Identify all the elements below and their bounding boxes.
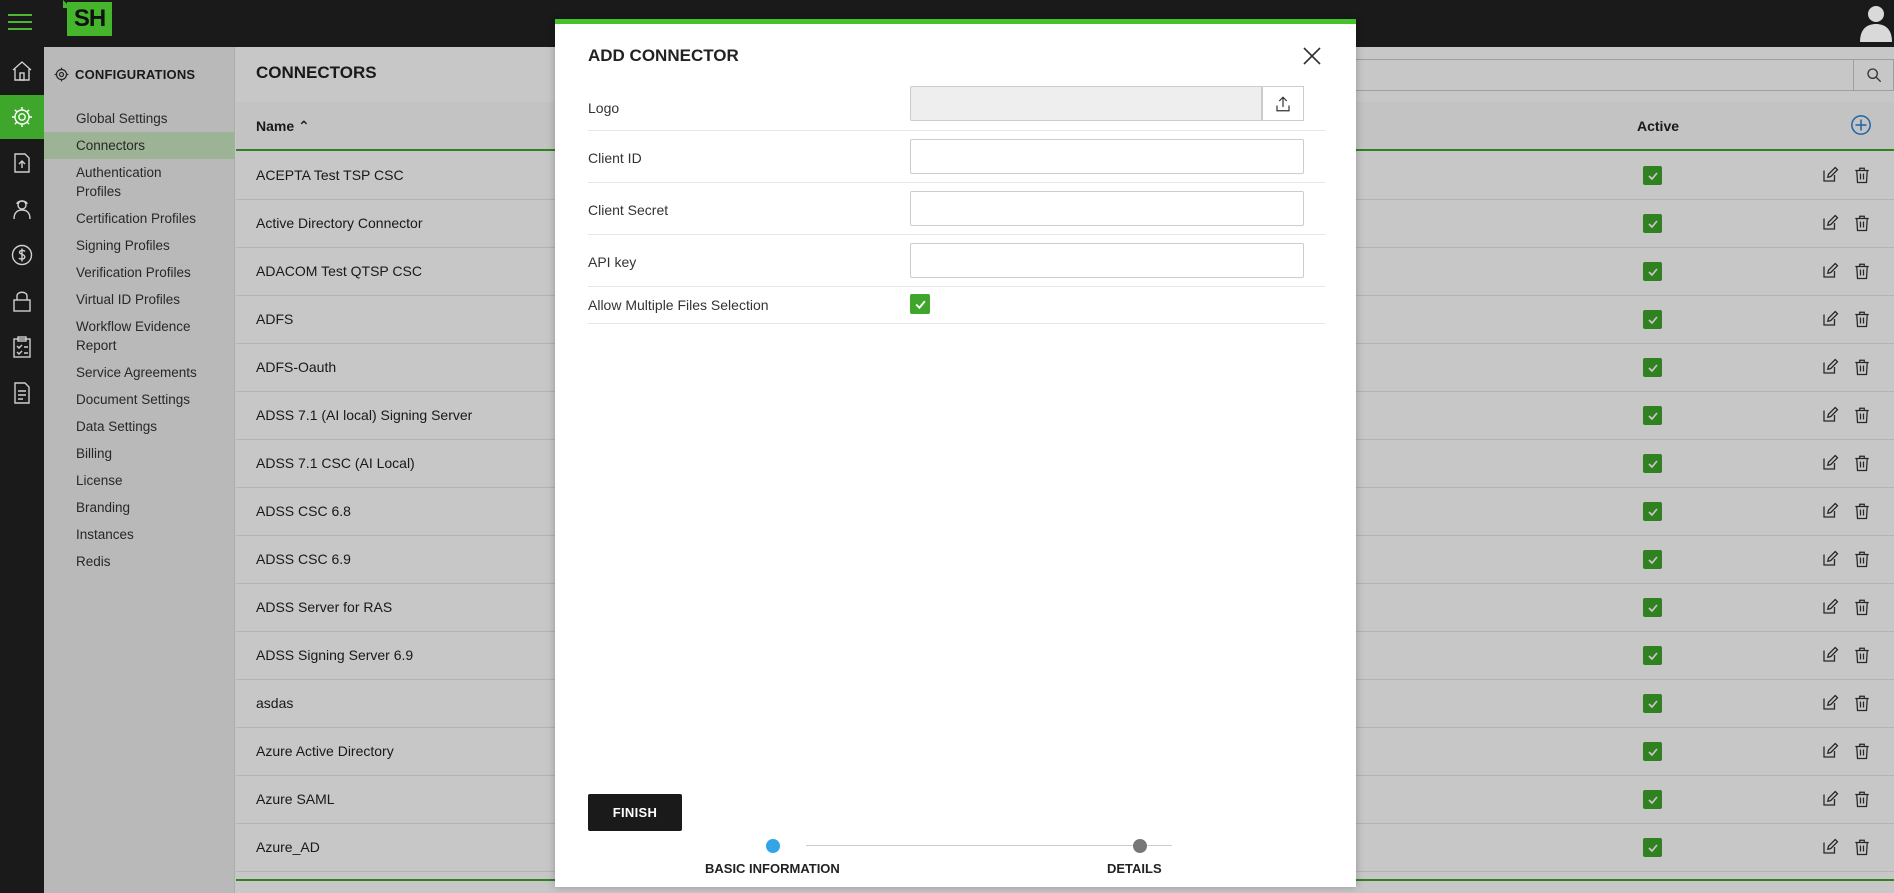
dialog-title: ADD CONNECTOR (588, 46, 739, 65)
client-id-field[interactable] (910, 139, 1304, 174)
gear-icon (12, 107, 32, 127)
client-secret-field[interactable] (910, 191, 1304, 226)
nav-configurations[interactable] (0, 95, 44, 139)
logo-input[interactable] (910, 86, 1262, 121)
step-basic-information-dot[interactable] (766, 839, 780, 853)
user-avatar-icon[interactable] (1854, 2, 1894, 42)
api-key-field[interactable] (910, 243, 1304, 278)
nav-documents[interactable] (0, 371, 44, 415)
nav-users[interactable] (0, 187, 44, 231)
checkmark-icon (914, 300, 926, 309)
step-details-label[interactable]: DETAILS (1107, 861, 1162, 876)
dollar-icon (11, 244, 33, 266)
logo-row: Logo (588, 86, 1325, 131)
home-icon (12, 61, 32, 81)
nav-security[interactable] (0, 279, 44, 323)
icon-rail (0, 47, 44, 893)
nav-reports[interactable] (0, 325, 44, 369)
client-id-row: Client ID (588, 131, 1325, 183)
nav-home[interactable] (0, 49, 44, 93)
wizard-stepper: BASIC INFORMATION DETAILS (588, 838, 1325, 878)
user-support-icon (13, 200, 31, 220)
report-icon (14, 382, 30, 404)
client-secret-label: Client Secret (588, 202, 669, 218)
allow-multiple-checkbox[interactable] (910, 294, 930, 314)
upload-document-icon (14, 153, 30, 173)
app-logo[interactable]: SH (63, 0, 112, 36)
add-connector-dialog: ADD CONNECTOR Logo Client ID Client Secr… (555, 19, 1356, 887)
close-icon[interactable] (1300, 44, 1324, 68)
api-key-row: API key (588, 235, 1325, 287)
allow-multiple-row: Allow Multiple Files Selection (588, 287, 1325, 324)
api-key-label: API key (588, 254, 637, 270)
hamburger-menu-icon[interactable] (8, 9, 32, 33)
upload-logo-button[interactable] (1262, 86, 1304, 121)
stepper-line (806, 845, 1172, 846)
client-secret-row: Client Secret (588, 183, 1325, 235)
nav-upload[interactable] (0, 141, 44, 185)
clipboard-icon (13, 336, 31, 358)
finish-button[interactable]: FINISH (588, 794, 682, 831)
step-basic-information-label[interactable]: BASIC INFORMATION (705, 861, 840, 876)
upload-icon (1276, 95, 1290, 111)
client-id-label: Client ID (588, 150, 642, 166)
nav-billing[interactable] (0, 233, 44, 277)
step-details-dot[interactable] (1133, 839, 1147, 853)
logo-label: Logo (588, 100, 620, 116)
allow-multiple-label: Allow Multiple Files Selection (588, 297, 769, 313)
lock-icon (13, 291, 31, 312)
